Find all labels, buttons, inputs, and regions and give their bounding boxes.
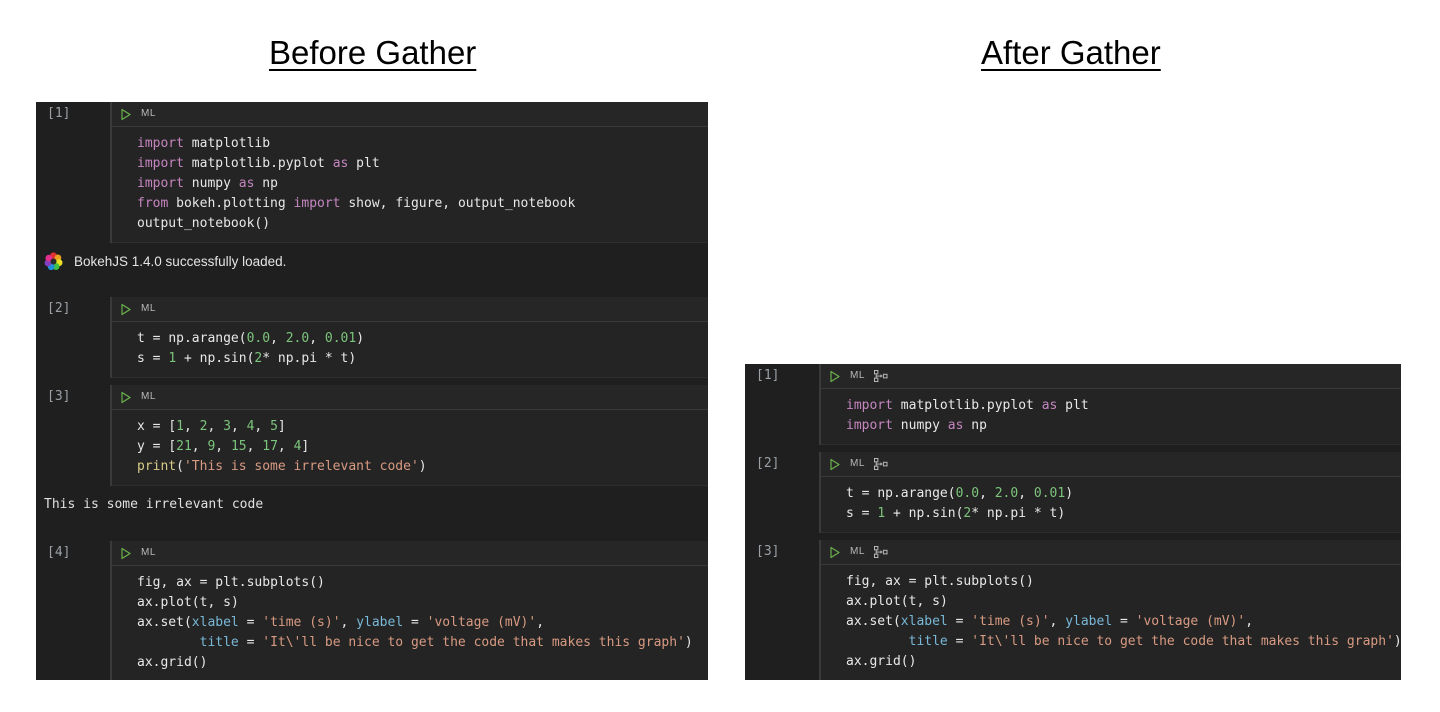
cell-body: ML import matplotlib import matplotlib.pyp… (110, 102, 708, 243)
code-line: from bokeh.plotting import show, figure,… (137, 196, 576, 211)
gather-icon[interactable] (873, 369, 888, 383)
cell-body: ML t = np.arange(0.0, 2.0, 0.01) s = 1 + n… (819, 452, 1401, 533)
play-icon[interactable] (120, 303, 132, 316)
ml-badge-label[interactable]: ML (850, 547, 865, 557)
cell-body: ML fig, ax = plt.subplots() ax.plot(t, s) a… (110, 541, 708, 680)
code-line: title = 'It\'ll be nice to get the code … (199, 635, 693, 650)
ml-badge-label[interactable]: ML (141, 109, 156, 119)
notebook-cell[interactable]: [4] ML fig, ax = plt.subplots() ax.plot(t, … (36, 541, 708, 680)
gather-icon[interactable] (873, 457, 888, 471)
output-rich-row: BokehJS 1.4.0 successfully loaded. (36, 252, 708, 271)
bokeh-logo-icon (44, 252, 63, 271)
cell-toolbar: ML (821, 364, 1401, 389)
cell-header-row: [1] ML import matplotlib import matplotlib.… (36, 102, 708, 243)
play-icon[interactable] (829, 546, 841, 559)
cell-gap (36, 378, 708, 385)
notebook-cell[interactable]: [1] ML import matplotlib import matplotlib.… (36, 102, 708, 283)
cell-toolbar: ML (112, 297, 708, 322)
cell-output: BokehJS 1.4.0 successfully loaded. (36, 243, 708, 283)
cell-execution-count: [4] (36, 541, 110, 680)
code-line: title = 'It\'ll be nice to get the code … (908, 634, 1401, 649)
code-line: import matplotlib.pyplot as plt (137, 156, 380, 171)
code-line: ax.set(xlabel = 'time (s)', ylabel = 'vo… (846, 614, 1254, 629)
code-editor[interactable]: import matplotlib.pyplot as plt import nu… (821, 389, 1401, 445)
play-icon[interactable] (120, 108, 132, 121)
code-editor[interactable]: fig, ax = plt.subplots() ax.plot(t, s) ax.… (112, 566, 708, 680)
code-line: import matplotlib.pyplot as plt (846, 398, 1089, 413)
cell-body: ML t = np.arange(0.0, 2.0, 0.01) s = 1 + n… (110, 297, 708, 378)
code-line: fig, ax = plt.subplots() (137, 575, 325, 590)
cell-output: This is some irrelevant code (36, 486, 708, 527)
code-line: s = 1 + np.sin(2* np.pi * t) (846, 506, 1066, 521)
code-line: output_notebook() (137, 216, 271, 231)
cell-gap (36, 283, 708, 297)
gather-icon[interactable] (873, 545, 888, 559)
ml-badge-label[interactable]: ML (141, 548, 156, 558)
code-editor[interactable]: import matplotlib import matplotlib.pyplo… (112, 127, 708, 243)
cell-execution-count: [2] (745, 452, 819, 533)
code-line: import numpy as np (846, 418, 987, 433)
cell-gap (745, 533, 1401, 540)
code-line: import matplotlib (137, 136, 271, 151)
code-line: ax.plot(t, s) (137, 595, 239, 610)
notebook-cell[interactable]: [3] ML fig, ax = plt.subplots() ax.plot(t, … (745, 540, 1401, 680)
notebook-cell[interactable]: [3] ML x = [1, 2, 3, 4, 5] y = [21, 9, 15, … (36, 385, 708, 527)
ml-badge-label[interactable]: ML (850, 459, 865, 469)
notebook-before-gather: [1] ML import matplotlib import matplotlib.… (36, 102, 708, 680)
ml-badge-label[interactable]: ML (850, 371, 865, 381)
ml-badge-label[interactable]: ML (141, 304, 156, 314)
output-text: This is some irrelevant code (44, 497, 264, 512)
page-title-after-gather: After Gather (981, 34, 1161, 71)
code-line: s = 1 + np.sin(2* np.pi * t) (137, 351, 357, 366)
code-line: t = np.arange(0.0, 2.0, 0.01) (137, 331, 365, 346)
ml-badge-label[interactable]: ML (141, 392, 156, 402)
cell-gap (36, 527, 708, 541)
cell-toolbar: ML (112, 385, 708, 410)
cell-header-row: [2] ML t = np.arange(0.0, 2.0, 0.01) s = 1 … (36, 297, 708, 378)
cell-header-row: [3] ML x = [1, 2, 3, 4, 5] y = [21, 9, 15, … (36, 385, 708, 486)
play-icon[interactable] (829, 370, 841, 383)
cell-body: ML import matplotlib.pyplot as plt import … (819, 364, 1401, 445)
cell-execution-count: [1] (745, 364, 819, 445)
cell-header-row: [4] ML fig, ax = plt.subplots() ax.plot(t, … (36, 541, 708, 680)
cell-body: ML x = [1, 2, 3, 4, 5] y = [21, 9, 15, 17,… (110, 385, 708, 486)
play-icon[interactable] (120, 391, 132, 404)
notebook-cell[interactable]: [2] ML t = np.arange(0.0, 2.0, 0.01) s = 1 … (36, 297, 708, 378)
notebook-after-gather: [1] ML import matplotlib.pyplot as plt impo… (745, 364, 1401, 680)
play-icon[interactable] (829, 458, 841, 471)
play-icon[interactable] (120, 547, 132, 560)
code-line: ax.plot(t, s) (846, 594, 948, 609)
output-text: BokehJS 1.4.0 successfully loaded. (74, 254, 287, 269)
code-line: ax.grid() (137, 655, 208, 670)
code-editor[interactable]: fig, ax = plt.subplots() ax.plot(t, s) ax.… (821, 565, 1401, 680)
code-line: x = [1, 2, 3, 4, 5] (137, 419, 286, 434)
code-line: t = np.arange(0.0, 2.0, 0.01) (846, 486, 1074, 501)
cell-gap (745, 445, 1401, 452)
notebook-cell[interactable]: [1] ML import matplotlib.pyplot as plt impo… (745, 364, 1401, 445)
code-line: import numpy as np (137, 176, 278, 191)
code-line: ax.set(xlabel = 'time (s)', ylabel = 'vo… (137, 615, 545, 630)
cell-header-row: [3] ML fig, ax = plt.subplots() ax.plot(t, … (745, 540, 1401, 680)
cell-toolbar: ML (112, 541, 708, 566)
code-line: y = [21, 9, 15, 17, 4] (137, 439, 310, 454)
cell-execution-count: [2] (36, 297, 110, 378)
code-editor[interactable]: t = np.arange(0.0, 2.0, 0.01) s = 1 + np.… (821, 477, 1401, 533)
code-editor[interactable]: x = [1, 2, 3, 4, 5] y = [21, 9, 15, 17, 4… (112, 410, 708, 486)
cell-toolbar: ML (821, 540, 1401, 565)
notebook-cell[interactable]: [2] ML t = np.arange(0.0, 2.0, 0.01) s = 1 … (745, 452, 1401, 533)
cell-header-row: [2] ML t = np.arange(0.0, 2.0, 0.01) s = 1 … (745, 452, 1401, 533)
cell-header-row: [1] ML import matplotlib.pyplot as plt impo… (745, 364, 1401, 445)
code-line: ax.grid() (846, 654, 917, 669)
code-line: fig, ax = plt.subplots() (846, 574, 1034, 589)
code-line: print('This is some irrelevant code') (137, 459, 427, 474)
cell-execution-count: [1] (36, 102, 110, 243)
cell-body: ML fig, ax = plt.subplots() ax.plot(t, s) a… (819, 540, 1401, 680)
code-editor[interactable]: t = np.arange(0.0, 2.0, 0.01) s = 1 + np.… (112, 322, 708, 378)
cell-execution-count: [3] (36, 385, 110, 486)
cell-toolbar: ML (821, 452, 1401, 477)
page-title-before-gather: Before Gather (269, 34, 477, 71)
cell-toolbar: ML (112, 102, 708, 127)
cell-execution-count: [3] (745, 540, 819, 680)
